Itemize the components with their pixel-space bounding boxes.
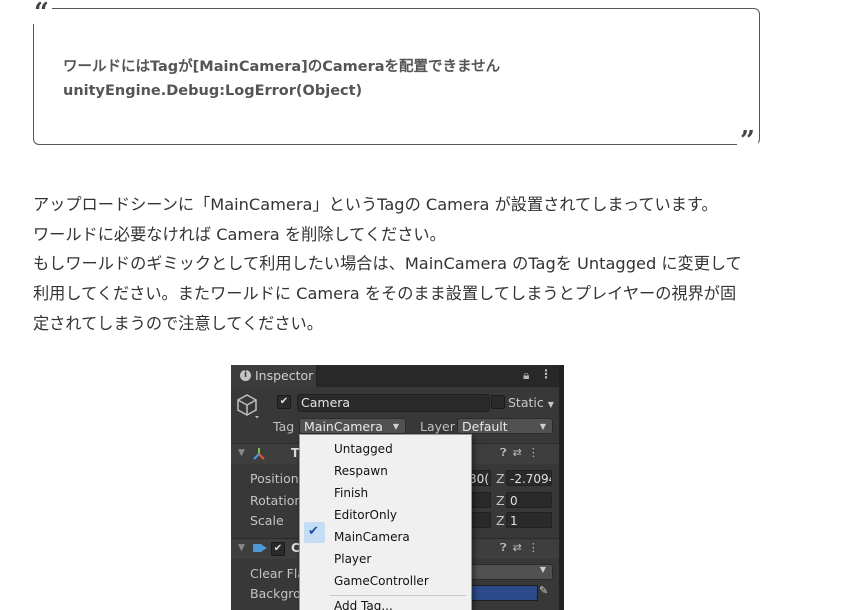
static-checkbox[interactable] xyxy=(491,395,505,409)
more-options-icon[interactable]: ⋮ xyxy=(528,541,545,554)
scale-label: Scale xyxy=(250,513,284,528)
rotation-z-field[interactable]: 0 xyxy=(506,492,552,508)
menu-item-respawn[interactable]: Respawn xyxy=(334,464,388,478)
position-z-field[interactable]: -2.7094 xyxy=(506,470,552,486)
presets-icon[interactable]: ⇄ xyxy=(513,446,528,459)
tag-value: MainCamera xyxy=(304,419,383,434)
component-header-icons: ❓︎⇄⋮ xyxy=(500,446,545,460)
camera-enabled-checkbox[interactable]: ✔ xyxy=(271,542,285,556)
error-source: unityEngine.Debug:LogError(Object) xyxy=(63,83,363,99)
paragraph-line: ワールドに必要なければ Camera を削除してください。 xyxy=(33,224,446,244)
background-color-swatch[interactable] xyxy=(466,585,538,601)
gameobject-cube-icon xyxy=(237,394,259,419)
object-active-checkbox[interactable]: ✔ xyxy=(277,395,291,409)
camera-icon xyxy=(253,544,267,552)
tab-inspector[interactable]: i Inspector xyxy=(231,365,317,387)
tag-dropdown[interactable]: MainCamera ▼ xyxy=(299,418,406,434)
chevron-down-icon: ▼ xyxy=(392,422,399,431)
close-quote-icon: ” xyxy=(737,128,758,154)
more-options-icon[interactable]: ⋮ xyxy=(528,446,545,459)
presets-icon[interactable]: ⇄ xyxy=(513,541,528,554)
quote-frame xyxy=(33,8,760,145)
checkmark-icon: ✔ xyxy=(308,524,319,539)
paragraph-line: 利用してください。またワールドに Camera をそのまま設置してしまうとプレイ… xyxy=(33,284,737,304)
paragraph-line: 定されてしまうので注意してください。 xyxy=(33,313,323,333)
menu-item-finish[interactable]: Finish xyxy=(334,486,368,500)
caret-down-icon: ▼ xyxy=(547,400,554,409)
layer-label: Layer xyxy=(420,419,455,434)
axis-z-label: Z xyxy=(496,493,505,508)
object-name-field[interactable]: Camera xyxy=(297,394,490,412)
clear-flags-dropdown[interactable]: ▼ xyxy=(466,564,553,580)
error-message: ワールドにはTagが[MainCamera]のCameraを配置できません xyxy=(63,59,501,75)
transform-axes-icon xyxy=(253,448,265,460)
chevron-down-icon: ▼ xyxy=(539,422,546,431)
transform-title: T xyxy=(291,446,300,460)
static-label: Static xyxy=(508,395,544,410)
scale-z-field[interactable]: 1 xyxy=(506,512,552,528)
menu-item-gamecontroller[interactable]: GameController xyxy=(334,574,429,588)
menu-item-player[interactable]: Player xyxy=(334,552,371,566)
paragraph-line: もしワールドのギミックとして利用したい場合は、MainCamera のTagを … xyxy=(33,254,742,274)
help-icon[interactable]: ❓︎ xyxy=(500,541,513,554)
more-options-icon[interactable]: ⋮ xyxy=(540,367,552,381)
menu-item-untagged[interactable]: Untagged xyxy=(334,442,393,456)
info-icon: i xyxy=(240,370,251,381)
tag-dropdown-menu: ✔ Untagged Respawn Finish EditorOnly Mai… xyxy=(299,434,472,610)
explanation-paragraph: アップロードシーンに「MainCamera」というTagの Camera が設置… xyxy=(33,190,773,339)
eyedropper-icon[interactable]: ✎ xyxy=(539,584,553,600)
axis-z-label: Z xyxy=(496,513,505,528)
inspector-screenshot: i Inspector 🔒︎ ⋮ ✔ Camera Static ▼ Tag M… xyxy=(231,365,564,610)
axis-z-label: Z xyxy=(496,471,505,486)
tag-label: Tag xyxy=(273,419,295,434)
paragraph-line: アップロードシーンに「MainCamera」というTagの Camera が設置… xyxy=(33,195,718,214)
menu-separator xyxy=(330,595,466,596)
menu-item-editoronly[interactable]: EditorOnly xyxy=(334,508,397,522)
rotation-label: Rotation xyxy=(250,493,303,508)
chevron-down-icon: ▼ xyxy=(539,565,546,574)
clear-flags-label: Clear Fla xyxy=(250,566,305,581)
lock-icon[interactable]: 🔒︎ xyxy=(523,368,529,383)
open-quote-icon: “ xyxy=(31,0,52,26)
menu-item-maincamera[interactable]: MainCamera xyxy=(334,530,410,544)
layer-dropdown[interactable]: Default ▼ xyxy=(457,418,553,434)
component-header-icons: ❓︎⇄⋮ xyxy=(500,541,545,555)
help-icon[interactable]: ❓︎ xyxy=(500,446,513,459)
tab-label: Inspector xyxy=(255,368,314,383)
static-toggle[interactable]: Static ▼ xyxy=(508,395,554,410)
fold-arrow-icon[interactable]: ▼ xyxy=(238,448,245,458)
position-label: Position xyxy=(250,471,299,486)
inspector-edge xyxy=(559,365,564,610)
menu-item-add-tag[interactable]: Add Tag... xyxy=(334,599,393,610)
inspector-tab-bar: i Inspector 🔒︎ ⋮ xyxy=(231,365,559,387)
error-quote: “ ” ワールドにはTagが[MainCamera]のCameraを配置できませ… xyxy=(31,0,760,154)
layer-value: Default xyxy=(462,419,508,434)
fold-arrow-icon[interactable]: ▼ xyxy=(238,543,245,553)
